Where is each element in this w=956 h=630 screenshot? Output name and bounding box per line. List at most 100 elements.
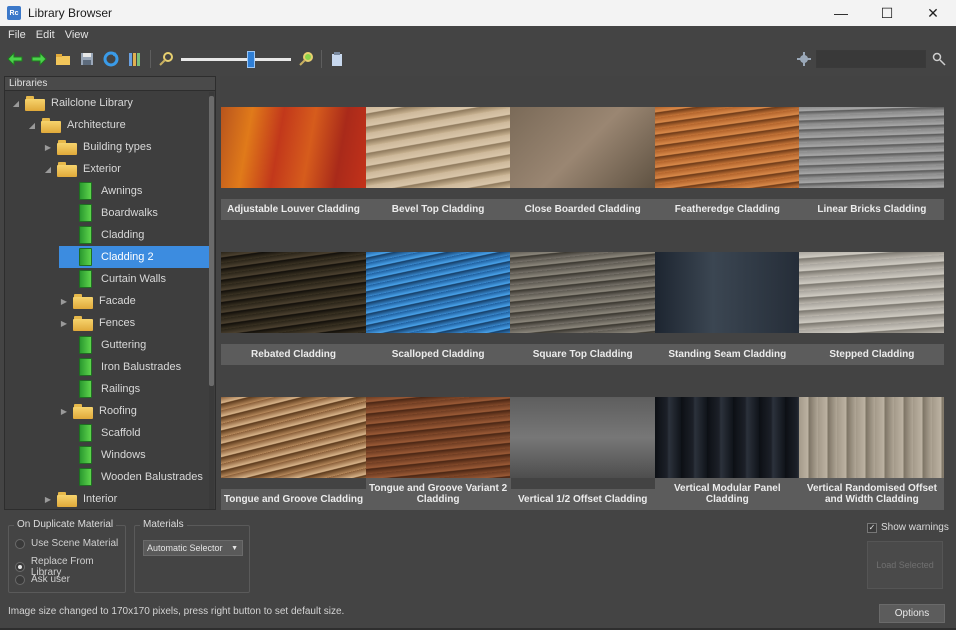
radio-ask-user[interactable]: Ask user	[15, 574, 70, 585]
material-tile[interactable]: Adjustable Louver Cladding	[221, 107, 366, 220]
tree-node[interactable]: ◢ Architecture	[27, 114, 126, 136]
tree-node[interactable]: Cladding 2	[59, 246, 210, 268]
materials-dropdown[interactable]: Automatic Selector ▼	[143, 540, 243, 556]
clipboard-icon[interactable]	[328, 50, 346, 68]
material-tile[interactable]: Bevel Top Cladding	[365, 107, 511, 220]
tree-node[interactable]: ▶ Roofing	[59, 400, 137, 422]
material-thumbnail[interactable]	[799, 397, 945, 478]
save-icon[interactable]	[78, 50, 96, 68]
radio-button[interactable]	[15, 562, 25, 572]
expand-arrow-icon[interactable]: ▶	[59, 297, 69, 306]
expand-arrow-icon[interactable]: ▶	[43, 495, 53, 504]
material-tile[interactable]: Vertical 1/2 Offset Cladding	[510, 397, 656, 510]
material-caption: Featheredge Cladding	[654, 199, 800, 220]
tree-node[interactable]: ▶ Building types	[43, 136, 152, 158]
tree-node[interactable]: Guttering	[59, 334, 146, 356]
menu-view[interactable]: View	[60, 29, 94, 41]
material-thumbnail[interactable]	[654, 107, 800, 188]
material-tile[interactable]: Close Boarded Cladding	[510, 107, 656, 220]
material-thumbnail[interactable]	[365, 252, 511, 333]
tree-node-label: Cladding 2	[101, 251, 154, 263]
refresh-icon[interactable]	[102, 50, 120, 68]
options-button[interactable]: Options	[879, 604, 945, 623]
folder-icon	[57, 161, 77, 177]
material-tile[interactable]: Linear Bricks Cladding	[799, 107, 945, 220]
material-thumbnail[interactable]	[365, 397, 511, 478]
material-tile[interactable]: Featheredge Cladding	[654, 107, 800, 220]
tree-node-label: Exterior	[83, 163, 121, 175]
material-thumbnail[interactable]	[365, 107, 511, 188]
material-thumbnail[interactable]	[654, 252, 800, 333]
material-thumbnail[interactable]	[510, 397, 656, 478]
show-warnings-checkbox[interactable]: ✓ Show warnings	[867, 522, 949, 533]
tree-scrollbar[interactable]	[209, 92, 214, 509]
expand-arrow-icon[interactable]: ▶	[59, 319, 69, 328]
open-folder-icon[interactable]	[54, 50, 72, 68]
material-thumbnail[interactable]	[799, 107, 945, 188]
material-caption: Tongue and Groove Cladding	[221, 489, 366, 510]
zoom-slider[interactable]	[181, 50, 291, 68]
materials-dropdown-value: Automatic Selector	[147, 543, 223, 553]
tree-node-label: Roofing	[99, 405, 137, 417]
back-arrow-icon[interactable]	[6, 50, 24, 68]
tree-scrollbar-thumb[interactable]	[209, 96, 214, 386]
material-caption: Vertical 1/2 Offset Cladding	[510, 489, 656, 510]
tree-node[interactable]: ◢ Railclone Library	[11, 92, 133, 114]
expand-arrow-icon[interactable]: ▶	[59, 407, 69, 416]
checkbox-box[interactable]: ✓	[867, 522, 877, 533]
collapse-arrow-icon[interactable]: ◢	[43, 165, 53, 174]
library-icon[interactable]	[126, 50, 144, 68]
material-tile[interactable]: Tongue and Groove Cladding	[221, 397, 366, 510]
search-input[interactable]	[816, 50, 926, 68]
menu-edit[interactable]: Edit	[31, 29, 60, 41]
material-tile[interactable]: Vertical Randomised Offset and Width Cla…	[799, 397, 945, 510]
tree-node[interactable]: Iron Balustrades	[59, 356, 181, 378]
tree-node[interactable]: Railings	[59, 378, 140, 400]
radio-use-scene-material[interactable]: Use Scene Material	[15, 538, 118, 549]
material-tile[interactable]: Standing Seam Cladding	[654, 252, 800, 365]
material-thumbnail[interactable]	[510, 252, 656, 333]
material-tile[interactable]: Square Top Cladding	[510, 252, 656, 365]
material-tile[interactable]: Rebated Cladding	[221, 252, 366, 365]
tree-node[interactable]: Awnings	[59, 180, 142, 202]
tree-node[interactable]: ▶ Fences	[59, 312, 135, 334]
tree-node[interactable]: ▶ Interior	[43, 488, 117, 510]
material-thumbnail[interactable]	[221, 107, 366, 188]
tree-node[interactable]: ◢ Exterior	[43, 158, 121, 180]
zoom-out-icon[interactable]	[157, 50, 175, 68]
material-tile[interactable]: Tongue and Groove Variant 2 Cladding	[365, 397, 511, 510]
load-selected-button[interactable]: Load Selected	[867, 541, 943, 589]
tree-node[interactable]: Windows	[59, 444, 146, 466]
forward-arrow-icon[interactable]	[30, 50, 48, 68]
material-thumbnail[interactable]	[799, 252, 945, 333]
expand-arrow-icon[interactable]: ▶	[43, 143, 53, 152]
search-icon[interactable]	[932, 52, 946, 66]
material-tile[interactable]: Scalloped Cladding	[365, 252, 511, 365]
material-thumbnail[interactable]	[510, 107, 656, 188]
tree-node[interactable]: Scaffold	[59, 422, 141, 444]
tree-node[interactable]: Boardwalks	[59, 202, 158, 224]
show-warnings-label: Show warnings	[881, 522, 949, 533]
material-thumbnail[interactable]	[221, 252, 366, 333]
radio-button[interactable]	[15, 538, 25, 549]
collapse-arrow-icon[interactable]: ◢	[11, 99, 21, 108]
material-tile[interactable]: Vertical Modular Panel Cladding	[654, 397, 800, 510]
radio-button[interactable]	[15, 574, 25, 585]
materials-group: Materials Automatic Selector ▼	[134, 519, 250, 593]
menu-file[interactable]: File	[3, 29, 31, 41]
tree-node[interactable]: ▶ Facade	[59, 290, 136, 312]
tree-node[interactable]: Wooden Balustrades	[59, 466, 203, 488]
zoom-slider-thumb[interactable]	[247, 50, 256, 68]
material-thumbnail[interactable]	[221, 397, 366, 478]
title-bar: Rc Library Browser — ☐ ✕	[0, 0, 956, 26]
zoom-in-icon[interactable]	[297, 50, 315, 68]
collapse-arrow-icon[interactable]: ◢	[27, 121, 37, 130]
material-tile[interactable]: Stepped Cladding	[799, 252, 945, 365]
tree-node[interactable]: Cladding	[59, 224, 144, 246]
settings-gear-icon[interactable]	[797, 52, 811, 66]
minimize-button[interactable]: —	[818, 0, 864, 26]
maximize-button[interactable]: ☐	[864, 0, 910, 26]
material-thumbnail[interactable]	[654, 397, 800, 478]
close-button[interactable]: ✕	[910, 0, 956, 26]
tree-node[interactable]: Curtain Walls	[59, 268, 166, 290]
